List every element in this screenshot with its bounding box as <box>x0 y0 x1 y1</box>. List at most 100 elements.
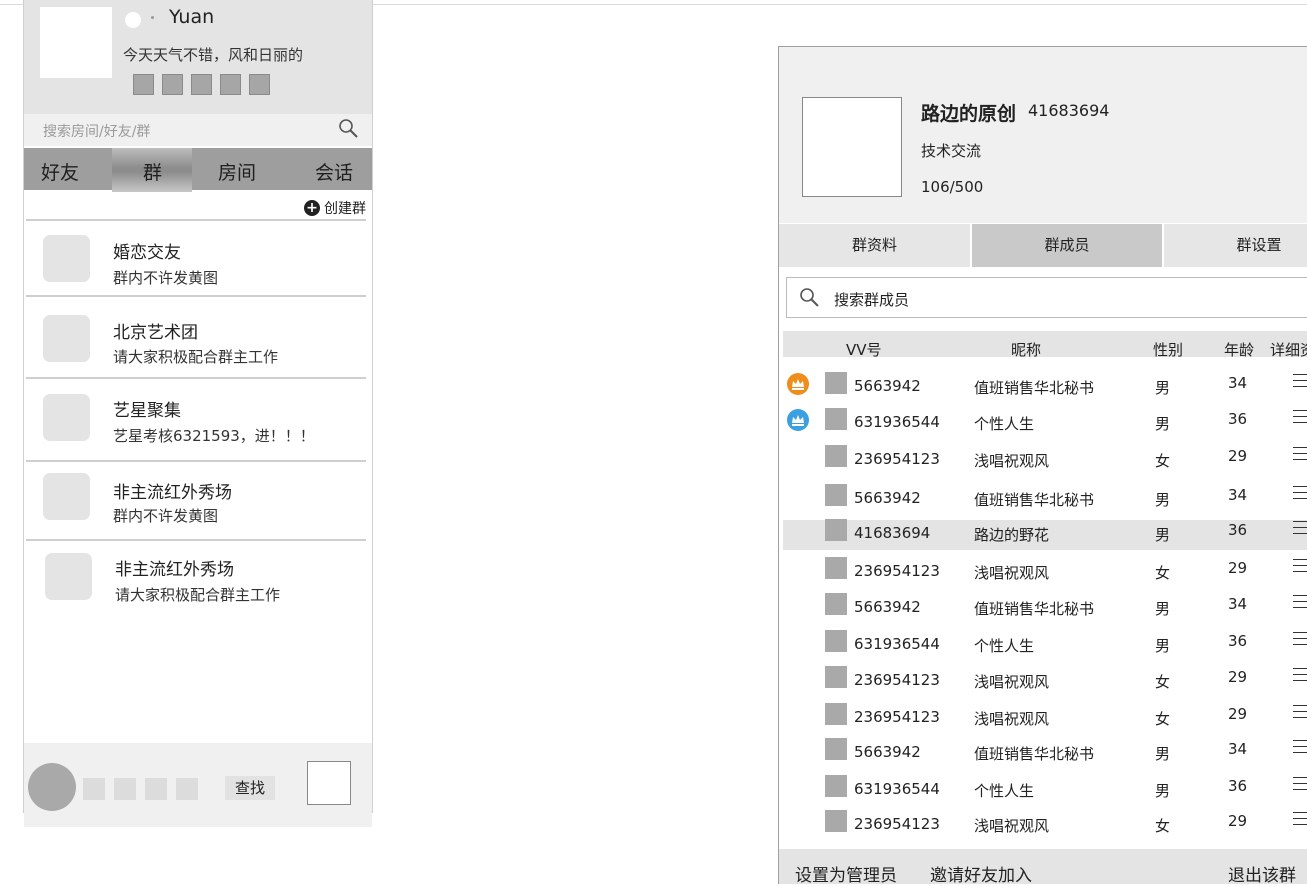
list-lines-icon[interactable] <box>1293 559 1307 573</box>
tool-icon[interactable] <box>176 778 198 800</box>
group-avatar[interactable] <box>802 97 902 197</box>
member-row[interactable]: 41683694 路边的野花 男 36 <box>783 519 1307 550</box>
badge-icon[interactable] <box>191 74 212 95</box>
leave-group-button[interactable]: 退出该群 <box>1228 861 1296 886</box>
tab-group-settings[interactable]: 群设置 <box>1164 224 1307 267</box>
list-lines-icon[interactable] <box>1293 705 1307 719</box>
member-row[interactable]: 631936544 个性人生 男 36 <box>783 775 1307 806</box>
member-row[interactable]: 236954123 浅唱祝观风 女 29 <box>783 445 1307 476</box>
set-admin-button[interactable]: 设置为管理员 <box>795 861 897 886</box>
list-lines-icon[interactable] <box>1293 812 1307 826</box>
member-age: 36 <box>1228 777 1248 795</box>
group-list-item[interactable]: 非主流红外秀场 群内不许发黄图 <box>24 462 372 539</box>
col-gender[interactable]: 性别 <box>1153 339 1183 360</box>
member-nickname: 浅唱祝观风 <box>974 673 1050 691</box>
list-lines-icon[interactable] <box>1293 486 1307 500</box>
group-list-item[interactable]: 婚恋交友 群内不许发黄图 <box>24 222 372 295</box>
profile-header: Yuan 今天天气不错，风和日丽的 <box>24 0 372 114</box>
col-details[interactable]: 详细资 <box>1270 339 1307 360</box>
list-lines-icon[interactable] <box>1293 668 1307 682</box>
member-vv: 5663942 <box>854 377 921 395</box>
badge-icon[interactable] <box>133 74 154 95</box>
search-placeholder: 搜索房间/好友/群 <box>43 124 151 140</box>
member-row[interactable]: 5663942 值班销售华北秘书 男 34 <box>783 738 1307 769</box>
create-group-button[interactable]: + 创建群 <box>304 198 366 218</box>
tool-icon[interactable] <box>145 778 167 800</box>
member-row[interactable]: 5663942 值班销售华北秘书 男 34 <box>783 372 1307 403</box>
bottom-toolbar: 查找 <box>24 743 372 827</box>
list-lines-icon[interactable] <box>1293 595 1307 609</box>
member-nickname: 个性人生 <box>974 415 1035 433</box>
list-lines-icon[interactable] <box>1293 374 1307 388</box>
main-menu-avatar[interactable] <box>28 763 76 811</box>
member-row[interactable]: 631936544 个性人生 男 36 <box>783 408 1307 439</box>
member-table-header: VV号 昵称 性别 年龄 详细资 <box>783 331 1307 360</box>
group-name: 非主流红外秀场 <box>113 483 232 503</box>
member-gender: 女 <box>1155 817 1171 835</box>
tab-group-info[interactable]: 群资料 <box>779 224 970 267</box>
member-vv: 5663942 <box>854 489 921 507</box>
list-lines-icon[interactable] <box>1293 410 1307 424</box>
tool-icon[interactable] <box>114 778 136 800</box>
member-vv: 631936544 <box>854 635 940 653</box>
member-vv: 236954123 <box>854 708 940 726</box>
member-avatar <box>825 593 847 615</box>
divider <box>26 219 366 221</box>
main-tabs: 好友 群 房间 会话 <box>24 148 372 192</box>
member-row[interactable]: 631936544 个性人生 男 36 <box>783 630 1307 661</box>
user-avatar[interactable] <box>40 7 112 78</box>
col-vv[interactable]: VV号 <box>846 339 882 360</box>
col-age[interactable]: 年龄 <box>1224 339 1254 360</box>
badge-icon[interactable] <box>162 74 183 95</box>
member-gender: 男 <box>1155 637 1171 655</box>
member-row[interactable]: 236954123 浅唱祝观风 女 29 <box>783 666 1307 697</box>
member-avatar <box>825 484 847 506</box>
online-status-icon[interactable] <box>125 12 141 28</box>
tab-rooms[interactable]: 房间 <box>218 158 256 185</box>
tool-icon[interactable] <box>83 778 105 800</box>
member-row[interactable]: 5663942 值班销售华北秘书 男 34 <box>783 593 1307 624</box>
member-row[interactable]: 5663942 值班销售华北秘书 男 34 <box>783 484 1307 515</box>
list-lines-icon[interactable] <box>1293 777 1307 791</box>
member-avatar <box>825 519 847 541</box>
list-lines-icon[interactable] <box>1293 740 1307 754</box>
member-avatar <box>825 810 847 832</box>
member-gender: 男 <box>1155 415 1171 433</box>
group-header: 路边的原创 41683694 技术交流 106/500 <box>779 47 1307 223</box>
member-nickname: 浅唱祝观风 <box>974 452 1050 470</box>
group-list-item[interactable]: 北京艺术团 请大家积极配合群主工作 <box>24 297 372 377</box>
member-gender: 女 <box>1155 673 1171 691</box>
member-avatar <box>825 738 847 760</box>
member-gender: 女 <box>1155 564 1171 582</box>
col-nickname[interactable]: 昵称 <box>1011 339 1041 360</box>
tab-sessions[interactable]: 会话 <box>315 158 353 185</box>
member-search-placeholder: 搜索群成员 <box>834 291 910 309</box>
badge-icon[interactable] <box>220 74 241 95</box>
badge-icon[interactable] <box>249 74 270 95</box>
status-dropdown-icon[interactable] <box>151 16 154 19</box>
search-icon[interactable] <box>338 118 360 144</box>
member-row[interactable]: 236954123 浅唱祝观风 女 29 <box>783 810 1307 841</box>
member-avatar <box>825 557 847 579</box>
user-signature[interactable]: 今天天气不错，风和日丽的 <box>123 44 303 65</box>
find-button[interactable]: 查找 <box>225 776 275 800</box>
list-lines-icon[interactable] <box>1293 447 1307 461</box>
toolbar-box[interactable] <box>307 761 351 805</box>
search-input[interactable]: 搜索房间/好友/群 <box>24 114 372 146</box>
member-row[interactable]: 236954123 浅唱祝观风 女 29 <box>783 703 1307 734</box>
member-vv: 631936544 <box>854 413 940 431</box>
member-nickname: 值班销售华北秘书 <box>974 600 1095 618</box>
search-icon[interactable] <box>799 287 821 313</box>
list-lines-icon[interactable] <box>1293 632 1307 646</box>
owner-crown-icon <box>787 373 809 395</box>
group-list-item[interactable]: 非主流红外秀场 请大家积极配合群主工作 <box>24 541 372 619</box>
invite-friend-button[interactable]: 邀请好友加入 <box>930 861 1032 886</box>
tab-group-members[interactable]: 群成员 <box>972 224 1162 267</box>
member-search-input[interactable]: 搜索群成员 <box>786 277 1307 318</box>
list-lines-icon[interactable] <box>1293 521 1307 535</box>
chat-client-panel: Yuan 今天天气不错，风和日丽的 搜索房间/好友/群 好友 群 房间 会话 +… <box>23 0 373 827</box>
tab-friends[interactable]: 好友 <box>41 158 79 185</box>
tab-groups[interactable]: 群 <box>143 158 162 185</box>
group-list-item[interactable]: 艺星聚集 艺星考核6321593，进！！！ <box>24 379 372 460</box>
member-row[interactable]: 236954123 浅唱祝观风 女 29 <box>783 557 1307 588</box>
